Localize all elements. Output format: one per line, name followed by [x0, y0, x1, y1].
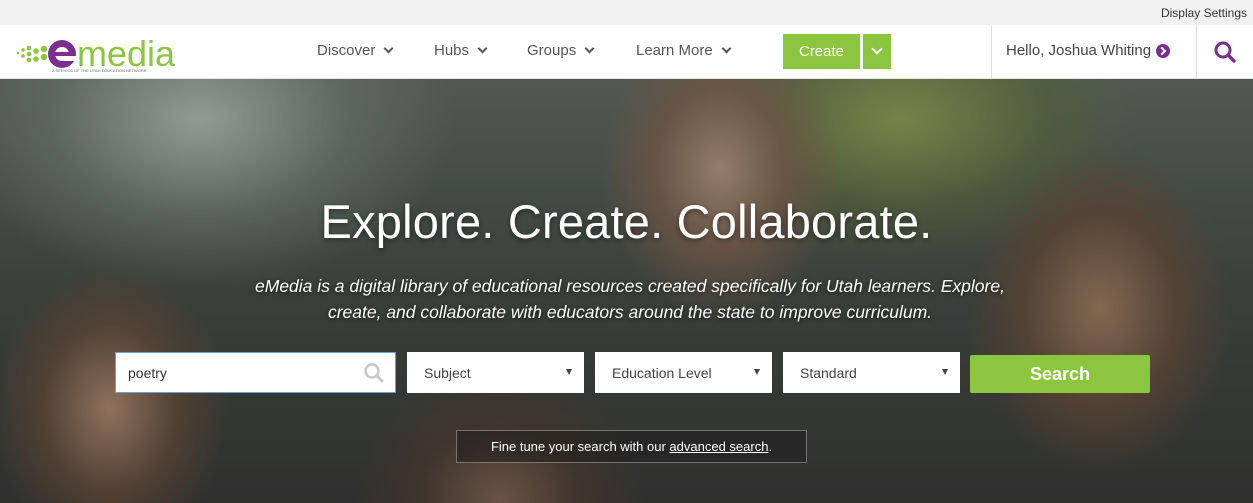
fine-tune-prefix: Fine tune your search with our [490, 439, 670, 454]
caret-down-icon [942, 369, 948, 375]
hero-description-line: eMedia is a digital library of education… [255, 276, 1005, 296]
nav-learn-more-label: Learn More [636, 42, 713, 59]
fine-tune-suffix: . [768, 439, 773, 454]
chevron-down-icon [477, 43, 488, 54]
subject-select[interactable]: Subject [407, 352, 584, 393]
arrow-circle-right-icon [1156, 43, 1171, 58]
nav-discover[interactable]: Discover [317, 42, 394, 59]
hero-banner: Explore. Create. Collaborate. eMedia is … [0, 79, 1253, 503]
caret-down-icon [754, 369, 760, 375]
utility-bar: Display Settings [0, 0, 1253, 25]
keyword-search-field[interactable] [115, 352, 396, 393]
site-header: media A SERVICE OF THE UTAH EDUCATION NE… [0, 25, 1253, 79]
hero-title: Explore. Create. Collaborate. [320, 195, 933, 248]
search-icon [364, 363, 384, 383]
svg-text:media: media [77, 33, 176, 73]
user-greeting: Hello, Joshua Whiting [1006, 42, 1152, 59]
search-icon [1214, 41, 1236, 63]
chevron-down-icon [721, 43, 732, 54]
emedia-logo[interactable]: media A SERVICE OF THE UTAH EDUCATION NE… [14, 33, 206, 73]
standard-select-label: Standard [800, 364, 857, 381]
advanced-search-link[interactable]: advanced search [669, 439, 768, 454]
header-divider [991, 25, 992, 79]
create-button[interactable]: Create [783, 34, 860, 69]
create-dropdown-toggle[interactable] [863, 34, 891, 69]
nav-discover-label: Discover [317, 42, 376, 59]
header-search-button[interactable] [1196, 25, 1253, 79]
display-settings-link[interactable]: Display Settings [1161, 6, 1247, 20]
hero-description-line: create, and collaborate with educators a… [327, 302, 933, 322]
standard-select[interactable]: Standard [783, 352, 960, 393]
chevron-down-icon [584, 43, 595, 54]
chevron-down-icon [383, 43, 394, 54]
caret-down-icon [566, 369, 572, 375]
education-level-select[interactable]: Education Level [595, 352, 772, 393]
svg-text:A SERVICE OF THE UTAH EDUCATIO: A SERVICE OF THE UTAH EDUCATION NETWORK [52, 68, 147, 73]
education-level-select-label: Education Level [612, 364, 712, 381]
nav-groups-label: Groups [527, 42, 577, 59]
advanced-search-hint: Fine tune your search with our advanced … [456, 430, 807, 463]
nav-hubs[interactable]: Hubs [434, 42, 488, 59]
chevron-down-icon [871, 43, 883, 55]
nav-groups[interactable]: Groups [527, 42, 595, 59]
nav-hubs-label: Hubs [434, 42, 470, 59]
keyword-search-input[interactable] [116, 353, 346, 392]
search-button[interactable]: Search [970, 355, 1150, 393]
subject-select-label: Subject [424, 364, 471, 381]
nav-learn-more[interactable]: Learn More [636, 42, 732, 59]
user-menu[interactable]: Hello, Joshua Whiting [1006, 42, 1171, 59]
hero-description: eMedia is a digital library of education… [160, 273, 1100, 325]
